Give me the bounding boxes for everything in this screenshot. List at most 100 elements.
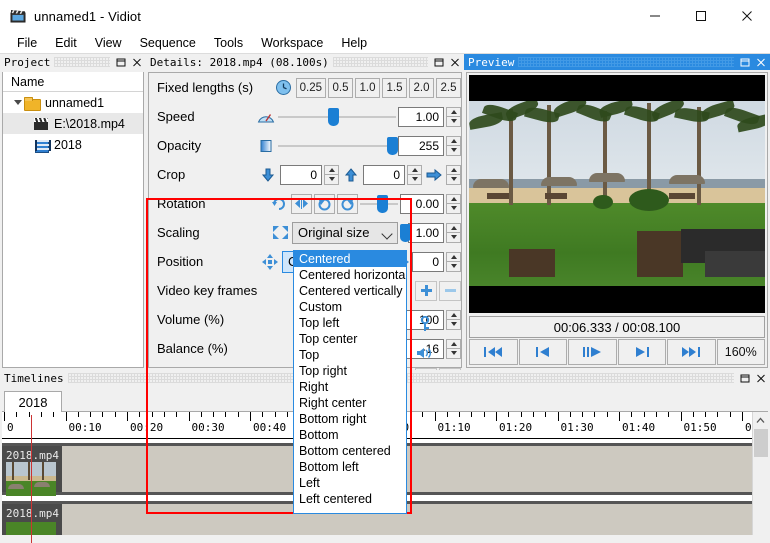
tree-item-file[interactable]: E:\2018.mp4 [3,113,143,134]
timelines-panel-title: Timelines [4,371,64,385]
crop-top-stepper[interactable] [324,164,339,185]
previous-frame-icon[interactable] [518,339,567,365]
speed-slider[interactable] [278,107,396,127]
crop-right-arrow-icon [424,166,444,184]
crop-top-value[interactable]: 0 [280,164,322,185]
fixed-length-10-button[interactable]: 1.0 [355,77,380,98]
project-panel-caption: Project [0,54,146,70]
dropdown-option[interactable]: Right center [294,395,406,411]
speed-stepper[interactable] [446,106,461,127]
details-panel-float-button[interactable] [432,55,446,69]
video-canvas[interactable] [469,75,765,313]
video-key-frame-add-button[interactable] [415,280,437,301]
menu-view[interactable]: View [86,33,131,53]
fixed-length-15-button[interactable]: 1.5 [382,77,407,98]
timeline-vertical-scrollbar[interactable] [752,412,768,541]
dropdown-option[interactable]: Bottom centered [294,443,406,459]
dropdown-option[interactable]: Top [294,347,406,363]
menu-tools[interactable]: Tools [205,33,252,53]
dropdown-option[interactable]: Top center [294,331,406,347]
menu-sequence[interactable]: Sequence [131,33,205,53]
project-panel-close-button[interactable] [130,55,144,69]
scroll-up-icon[interactable] [753,412,768,428]
dropdown-option[interactable]: Bottom left [294,459,406,475]
dropdown-option[interactable]: Centered vertically [294,283,406,299]
timeline-playhead[interactable] [31,415,32,543]
ruler-tick-minor [237,412,239,417]
scaling-value[interactable]: 1.00 [408,222,444,243]
menu-help[interactable]: Help [332,33,376,53]
tree-item-unnamed1[interactable]: unnamed1 [3,92,143,113]
timeline-tab-2018[interactable]: 2018 [4,391,62,412]
menu-workspace[interactable]: Workspace [252,33,332,53]
speed-label: Speed [157,109,195,124]
position-stepper[interactable] [446,251,461,272]
details-panel-close-button[interactable] [448,55,462,69]
position-label: Position [157,254,204,269]
preview-panel-float-button[interactable] [738,55,752,69]
project-tree[interactable]: Name unnamed1 E:\2018.mp4 2018 [2,72,144,368]
ruler-tick-minor [717,412,719,417]
preview-zoom-level[interactable]: 160% [716,339,765,365]
maximize-button[interactable] [678,0,724,32]
video-frame-image [469,101,765,286]
opacity-stepper[interactable] [446,135,461,156]
dropdown-option[interactable]: Top left [294,315,406,331]
dropdown-option[interactable]: Left centered [294,491,406,507]
crop-right-stepper[interactable] [446,164,461,185]
row-crop: Crop 0 0 [149,160,461,189]
crop-bottom-value[interactable]: 0 [363,164,405,185]
flip-horizontal-icon[interactable] [291,193,312,214]
window-titlebar: unnamed1 - Vidiot [0,0,770,32]
speed-value[interactable]: 1.00 [398,106,444,127]
project-panel-float-button[interactable] [114,55,128,69]
rotation-value[interactable]: 0.00 [400,193,444,214]
video-key-frame-remove-button[interactable] [439,280,461,301]
dropdown-option[interactable]: Centered horizontal [294,267,406,283]
dropdown-option[interactable]: Bottom [294,427,406,443]
dropdown-option[interactable]: Centered [294,251,406,267]
rotate-cw-icon[interactable] [337,193,358,214]
rotate-reset-icon[interactable] [269,195,289,213]
scrollbar-thumb[interactable] [754,429,768,457]
timelines-panel-float-button[interactable] [738,371,752,385]
rotate-ccw-icon[interactable] [314,193,335,214]
rotation-stepper[interactable] [446,193,461,214]
preview-panel-close-button[interactable] [754,55,768,69]
scaling-slider[interactable] [400,223,411,243]
fixed-lengths-label: Fixed lengths (s) [157,80,254,95]
project-tree-column-header: Name [3,72,143,92]
balance-stepper[interactable] [446,338,461,359]
dropdown-option[interactable]: Custom [294,299,406,315]
dropdown-option[interactable]: Bottom right [294,411,406,427]
timelines-panel-close-button[interactable] [754,371,768,385]
opacity-value[interactable]: 255 [398,135,444,156]
position-dropdown-list[interactable]: Centered Centered horizontal Centered vert… [293,250,407,514]
menu-file[interactable]: File [8,33,46,53]
tree-item-label: 2018 [54,137,82,152]
minimize-button[interactable] [632,0,678,32]
fixed-length-025-button[interactable]: 0.25 [295,77,326,98]
rotation-slider[interactable] [360,194,398,214]
opacity-slider[interactable] [278,136,398,156]
fixed-length-25-button[interactable]: 2.5 [436,77,461,98]
skip-to-end-icon[interactable] [667,339,716,365]
fixed-length-20-button[interactable]: 2.0 [409,77,434,98]
skip-to-begin-icon[interactable] [469,339,518,365]
fixed-length-05-button[interactable]: 0.5 [328,77,353,98]
scaling-combo[interactable]: Original size [292,221,398,244]
next-frame-icon[interactable] [617,339,666,365]
chevron-down-icon[interactable] [11,100,24,105]
play-icon[interactable] [568,339,617,365]
close-button[interactable] [724,0,770,32]
tree-item-sequence[interactable]: 2018 [3,134,143,155]
crop-bottom-stepper[interactable] [407,164,422,185]
dropdown-option[interactable]: Right [294,379,406,395]
scaling-stepper[interactable] [446,222,461,243]
menu-edit[interactable]: Edit [46,33,86,53]
position-value[interactable]: 0 [412,251,444,272]
dropdown-option[interactable]: Left [294,475,406,491]
dropdown-option[interactable]: Top right [294,363,406,379]
volume-stepper[interactable] [446,309,461,330]
ruler-tick-minor [692,412,694,417]
